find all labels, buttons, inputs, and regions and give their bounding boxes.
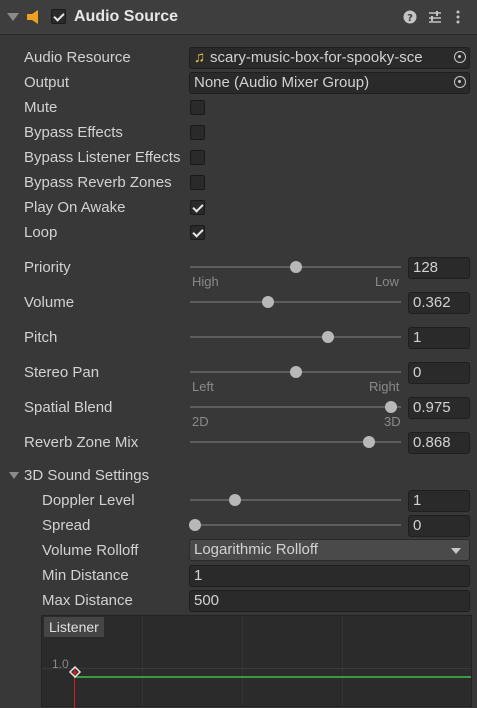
curve-key-icon[interactable] xyxy=(68,666,82,680)
graph-grid-line xyxy=(42,668,471,669)
presets-icon[interactable] xyxy=(428,10,442,24)
bypass-reverb-zones-checkbox[interactable] xyxy=(190,175,205,190)
stereo-pan-slider-thumb[interactable] xyxy=(289,366,302,378)
spatial-blend-slider-track[interactable] xyxy=(190,406,401,408)
audio-clip-icon: ♫ xyxy=(194,49,206,66)
spread-input[interactable]: 0 xyxy=(408,515,470,537)
mute-checkbox[interactable] xyxy=(190,100,205,115)
output-field[interactable]: None (Audio Mixer Group) xyxy=(189,72,470,94)
spread-slider-track[interactable] xyxy=(190,524,401,526)
rolloff-curve xyxy=(74,676,471,678)
audio-speaker-icon xyxy=(27,10,38,24)
audio-resource-field[interactable]: scary-music-box-for-spooky-sce ♫ xyxy=(189,47,470,69)
spatial-blend-slider-thumb[interactable] xyxy=(384,401,397,413)
graph-grid-line xyxy=(342,616,343,706)
audio-resource-label: Audio Resource xyxy=(24,49,131,66)
volume-slider-thumb[interactable] xyxy=(261,296,274,308)
pitch-slider-track[interactable] xyxy=(190,336,401,338)
spatial-blend-min-label: 2D xyxy=(192,414,209,429)
stereo-pan-max-label: Right xyxy=(369,379,400,394)
min-distance-input[interactable]: 1 xyxy=(189,565,470,587)
priority-slider-thumb[interactable] xyxy=(289,261,302,273)
help-icon[interactable]: ? xyxy=(403,10,417,24)
collapse-arrow-icon[interactable] xyxy=(7,13,19,21)
doppler-level-label: Doppler Level xyxy=(42,492,135,509)
reverb-zone-mix-slider-thumb[interactable] xyxy=(363,436,376,448)
component-enabled-checkbox[interactable] xyxy=(51,9,66,24)
bypass-listener-effects-checkbox[interactable] xyxy=(190,150,205,165)
audio-resource-value: scary-music-box-for-spooky-sce xyxy=(210,49,423,66)
object-picker-icon[interactable] xyxy=(454,51,466,63)
sound-3d-foldout-arrow-icon[interactable] xyxy=(9,472,19,479)
more-menu-icon[interactable] xyxy=(455,10,461,24)
priority-input[interactable]: 128 xyxy=(408,257,470,279)
max-distance-input[interactable]: 500 xyxy=(189,590,470,612)
volume-rolloff-dropdown[interactable]: Logarithmic Rolloff xyxy=(189,539,470,561)
volume-label: Volume xyxy=(24,294,75,311)
bypass-listener-effects-label: Bypass Listener Effects xyxy=(24,149,181,166)
doppler-level-input[interactable]: 1 xyxy=(408,490,470,512)
priority-max-label: Low xyxy=(375,274,399,289)
pitch-input[interactable]: 1 xyxy=(408,327,470,349)
priority-label: Priority xyxy=(24,259,71,276)
dropdown-arrow-icon xyxy=(451,548,461,554)
rolloff-graph[interactable]: Listener 1.0 xyxy=(41,615,472,708)
reverb-zone-mix-input[interactable]: 0.868 xyxy=(408,432,470,454)
priority-min-label: High xyxy=(192,274,219,289)
volume-rolloff-value: Logarithmic Rolloff xyxy=(194,541,318,558)
doppler-level-slider-thumb[interactable] xyxy=(229,494,242,506)
bypass-effects-checkbox[interactable] xyxy=(190,125,205,140)
bypass-reverb-zones-label: Bypass Reverb Zones xyxy=(24,174,172,191)
volume-input[interactable]: 0.362 xyxy=(408,292,470,314)
output-label: Output xyxy=(24,74,70,91)
stereo-pan-input[interactable]: 0 xyxy=(408,362,470,384)
max-distance-label: Max Distance xyxy=(42,592,133,609)
loop-checkbox[interactable] xyxy=(190,225,205,240)
output-value: None (Audio Mixer Group) xyxy=(194,74,370,91)
doppler-level-slider-track[interactable] xyxy=(190,499,401,501)
stereo-pan-min-label: Left xyxy=(192,379,214,394)
component-title: Audio Source xyxy=(74,8,179,25)
spatial-blend-max-label: 3D xyxy=(384,414,401,429)
svg-text:?: ? xyxy=(407,13,413,24)
sound-3d-title[interactable]: 3D Sound Settings xyxy=(24,467,149,484)
graph-grid-line xyxy=(242,616,243,706)
volume-slider-track[interactable] xyxy=(190,301,401,303)
spread-label: Spread xyxy=(42,517,91,534)
volume-rolloff-label: Volume Rolloff xyxy=(42,542,139,559)
listener-label: Listener xyxy=(44,617,104,637)
play-on-awake-label: Play On Awake xyxy=(24,199,126,216)
loop-label: Loop xyxy=(24,224,58,241)
spatial-blend-input[interactable]: 0.975 xyxy=(408,397,470,419)
bypass-effects-label: Bypass Effects xyxy=(24,124,123,141)
pitch-label: Pitch xyxy=(24,329,58,346)
spread-slider-thumb[interactable] xyxy=(189,519,201,531)
pitch-slider-thumb[interactable] xyxy=(321,331,334,343)
spatial-blend-label: Spatial Blend xyxy=(24,399,113,416)
min-distance-label: Min Distance xyxy=(42,567,129,584)
graph-y-tick-label: 1.0 xyxy=(52,657,69,671)
mute-label: Mute xyxy=(24,99,58,116)
graph-grid-line xyxy=(142,616,143,706)
reverb-zone-mix-label: Reverb Zone Mix xyxy=(24,434,139,451)
stereo-pan-label: Stereo Pan xyxy=(24,364,100,381)
play-on-awake-checkbox[interactable] xyxy=(190,200,205,215)
object-picker-icon[interactable] xyxy=(454,76,466,88)
